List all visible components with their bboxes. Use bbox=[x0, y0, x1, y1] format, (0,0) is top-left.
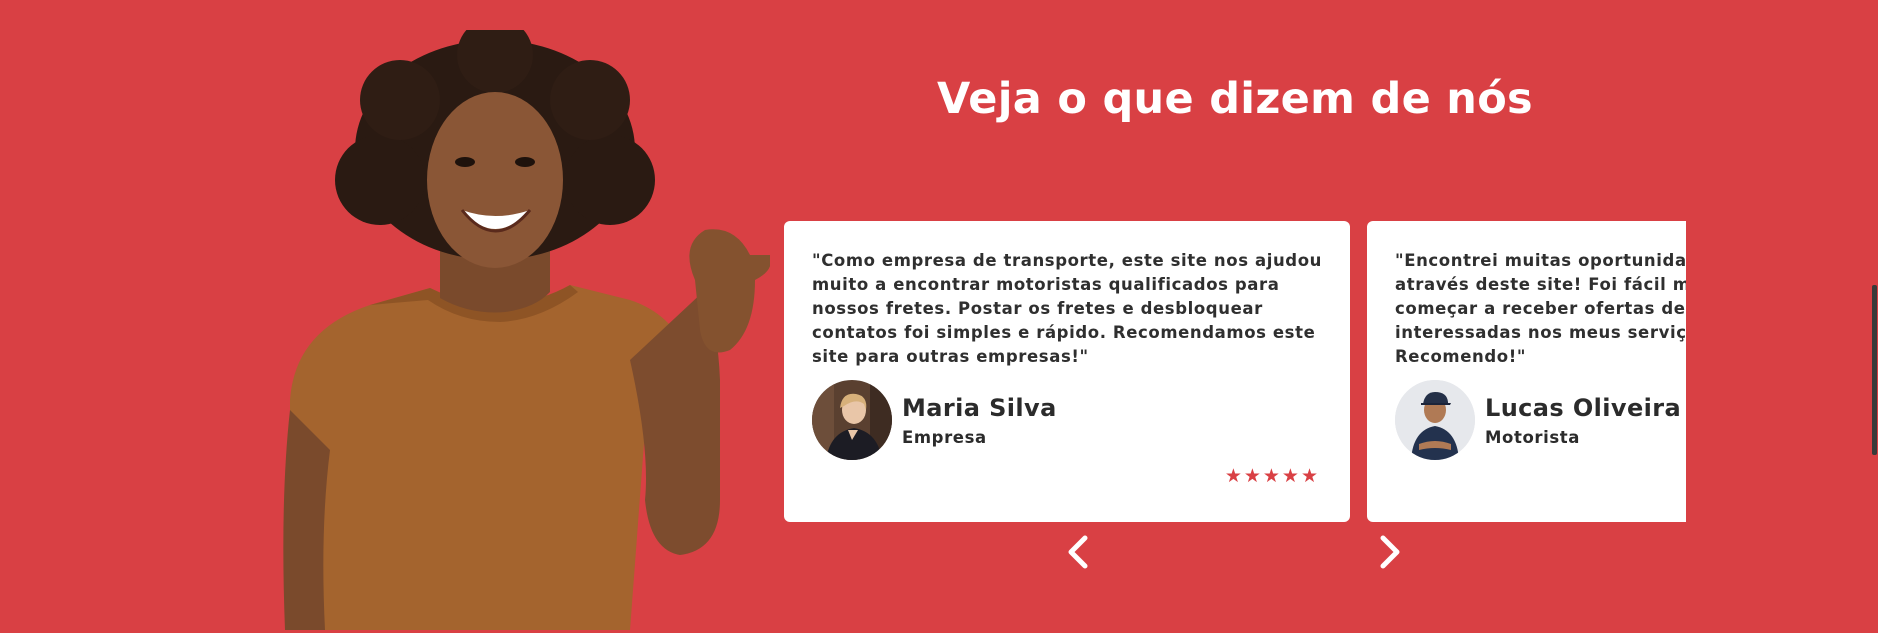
author-name: Maria Silva bbox=[902, 393, 1057, 422]
scrollbar-thumb[interactable] bbox=[1872, 285, 1877, 455]
section-heading: Veja o que dizem de nós bbox=[937, 74, 1533, 124]
author-role: Motorista bbox=[1485, 427, 1581, 447]
testimonial-quote: "Encontrei muitas oportunidades de traba… bbox=[1395, 251, 1686, 366]
testimonials-section: Veja o que dizem de nós "Como empresa de… bbox=[0, 0, 1878, 633]
page-scrollbar[interactable] bbox=[1870, 0, 1878, 633]
testimonial-card: "Como empresa de transporte, este site n… bbox=[784, 221, 1350, 522]
testimonial-slider[interactable]: "Como empresa de transporte, este site n… bbox=[784, 221, 1686, 523]
man-avatar-photo bbox=[1395, 380, 1475, 460]
woman-avatar-photo bbox=[812, 380, 892, 460]
author-name: Lucas Oliveira bbox=[1485, 393, 1682, 422]
testimonial-card: "Encontrei muitas oportunidades de traba… bbox=[1367, 221, 1686, 522]
testimonial-quote: "Como empresa de transporte, este site n… bbox=[812, 251, 1322, 366]
author-role: Empresa bbox=[902, 427, 987, 447]
testimonial-track: "Como empresa de transporte, este site n… bbox=[784, 221, 1686, 523]
star-rating: ★★★★★ bbox=[1224, 465, 1320, 487]
chevron-left-icon[interactable] bbox=[1062, 534, 1096, 570]
chevron-right-icon[interactable] bbox=[1372, 534, 1406, 570]
testimonial-author: Maria Silva Empresa bbox=[812, 380, 1057, 460]
testimonial-author: Lucas Oliveira Motorista bbox=[1395, 380, 1681, 460]
smiling-woman-pointing-image bbox=[250, 30, 770, 633]
